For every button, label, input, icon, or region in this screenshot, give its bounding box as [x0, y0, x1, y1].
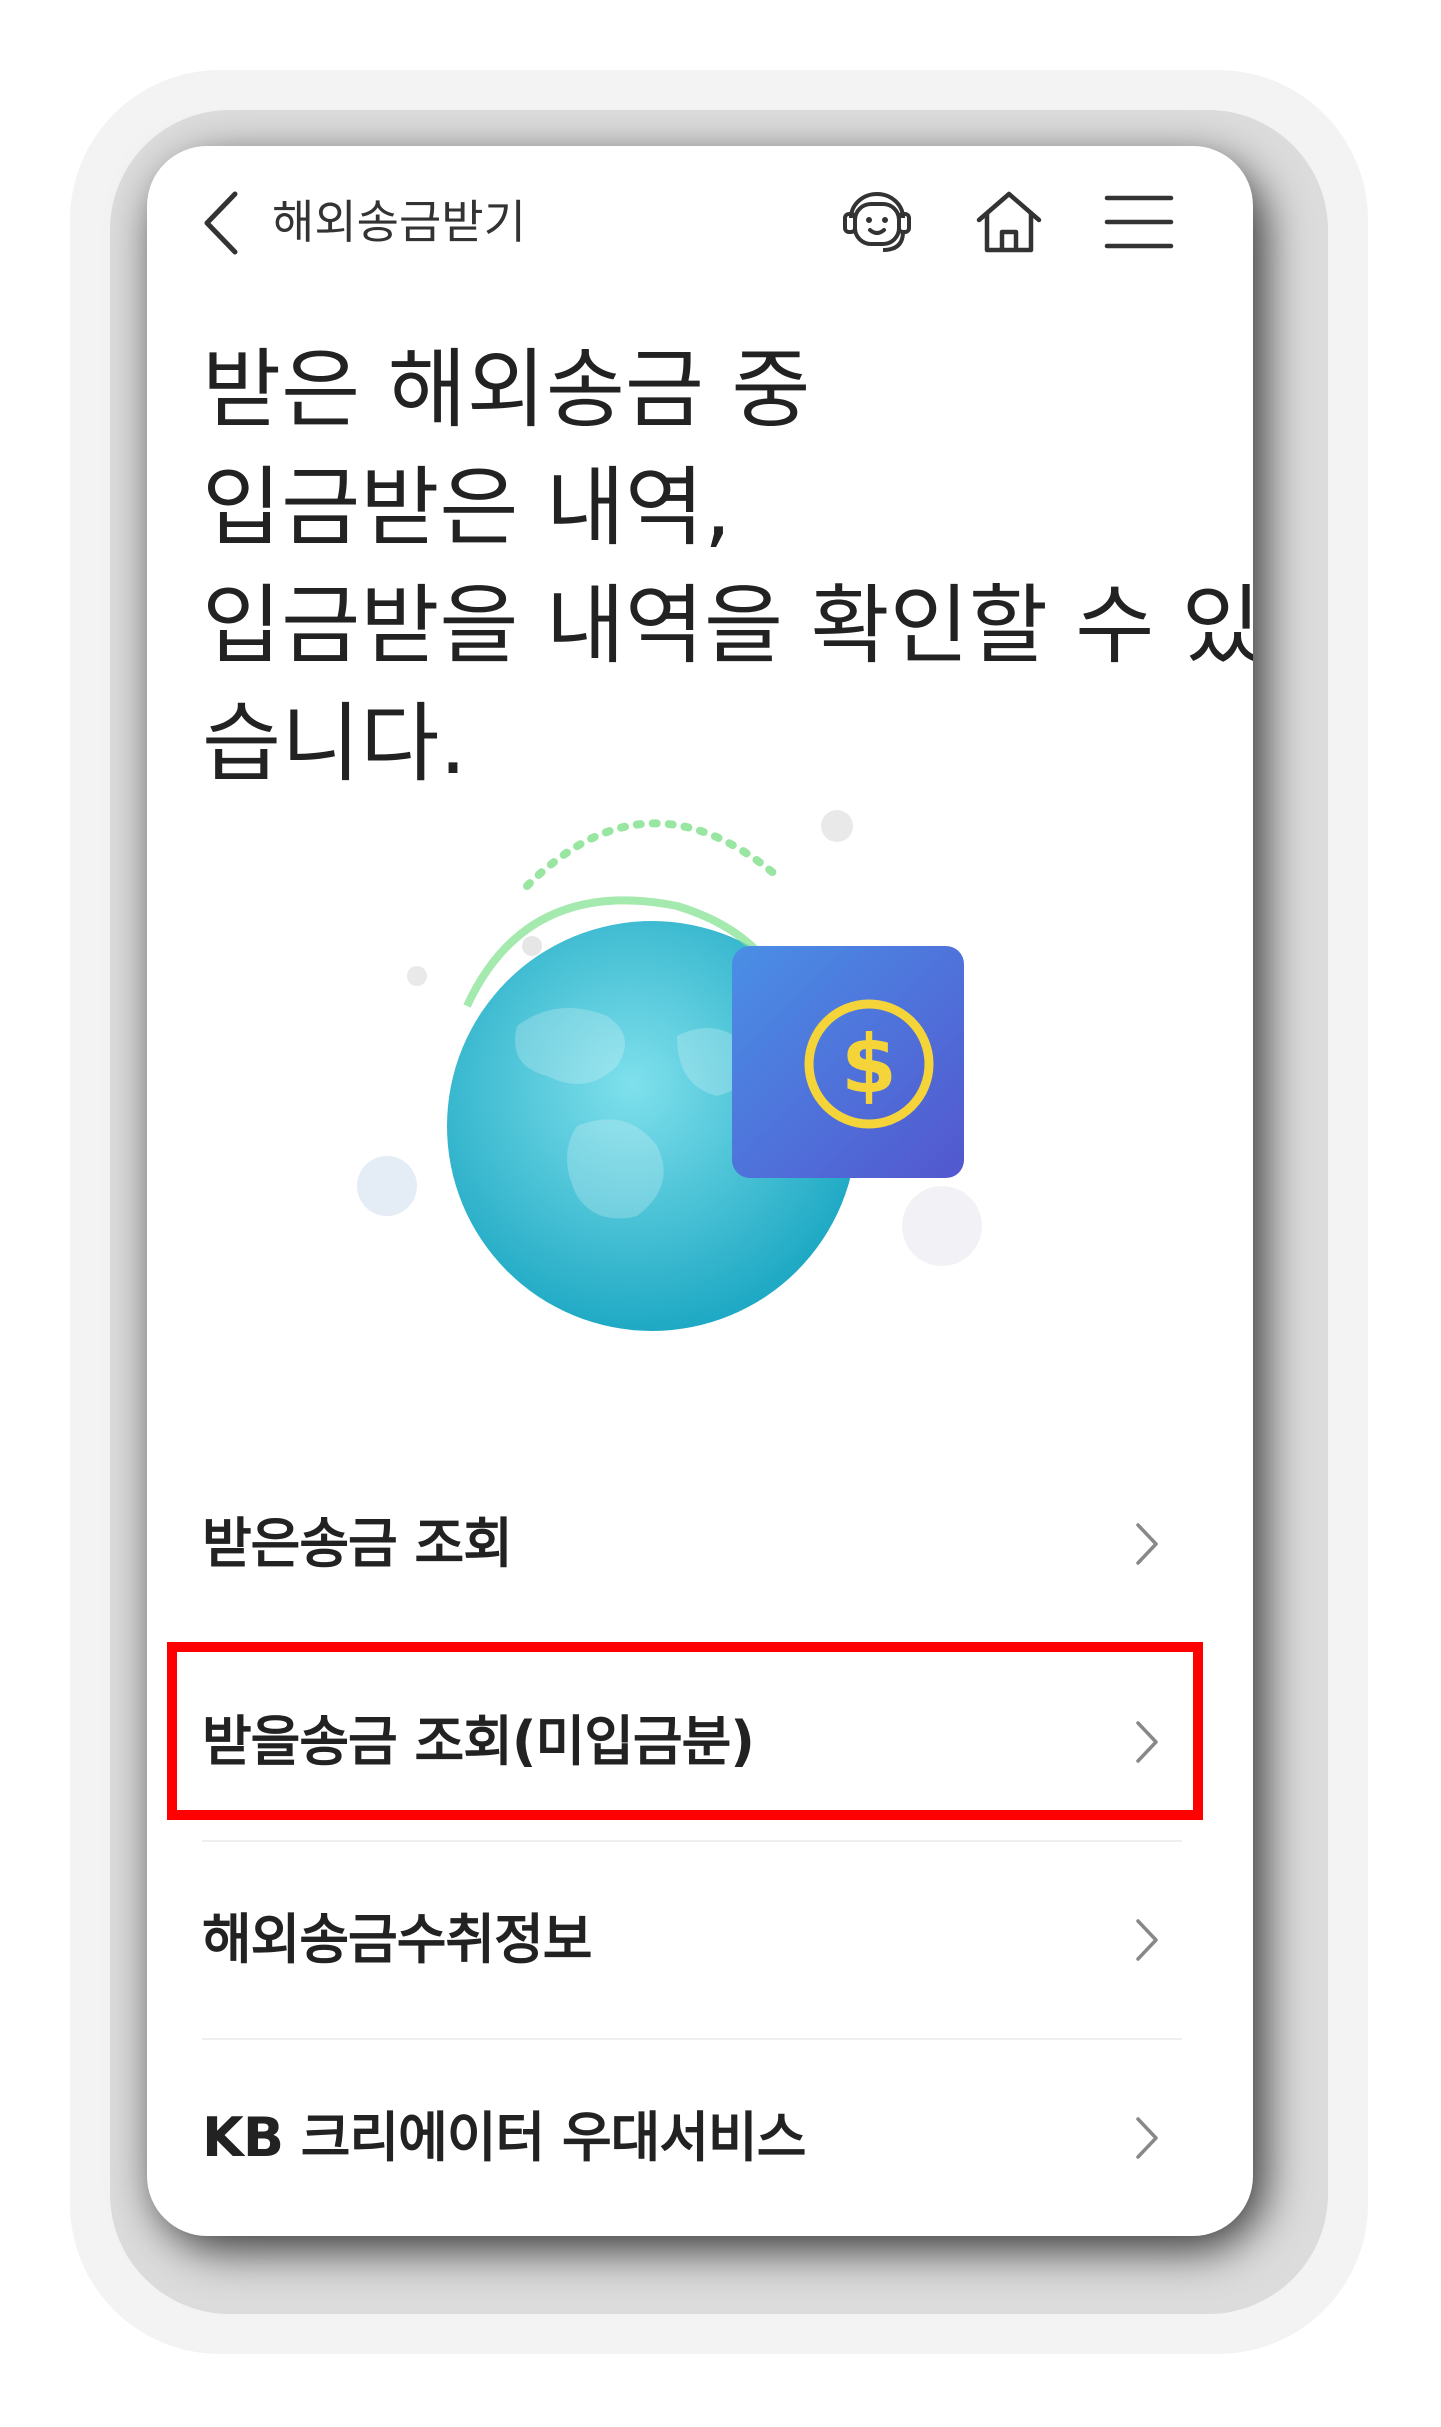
phone-screen: 해외송금받기 받은 해외송금 중 입금받은 내역, 입금받을 내역을 확인할 수… — [147, 146, 1253, 2236]
intro-line: 받은 해외송금 중 — [202, 340, 811, 440]
chatbot-icon[interactable] — [837, 182, 917, 262]
chevron-right-icon — [1136, 2117, 1158, 2159]
chevron-left-icon[interactable] — [197, 188, 247, 258]
menu-item-received-remittance[interactable]: 받은송금 조회 — [202, 1446, 1182, 1644]
menu-item-label: 받은송금 조회 — [202, 1512, 513, 1575]
home-icon[interactable] — [969, 182, 1049, 262]
intro-line: 습니다. — [202, 694, 467, 794]
app-header: 해외송금받기 — [147, 146, 1253, 286]
menu-list: 받은송금 조회 받을송금 조회(미입금분) 해외송금수취정보 KB 크리에이터 … — [202, 1446, 1182, 2236]
intro-line: 입금받을 내역을 확인할 수 있 — [202, 576, 1253, 676]
intro-line: 입금받은 내역, — [202, 458, 732, 558]
menu-item-pending-remittance[interactable]: 받을송금 조회(미입금분) — [202, 1644, 1182, 1842]
intro-heading: 받은 해외송금 중 입금받은 내역, 입금받을 내역을 확인할 수 있 습니다. — [202, 331, 1253, 803]
menu-item-creator-service[interactable]: KB 크리에이터 우대서비스 — [202, 2040, 1182, 2236]
menu-item-label: KB 크리에이터 우대서비스 — [202, 2106, 806, 2169]
chevron-right-icon — [1136, 1523, 1158, 1565]
menu-item-label: 받을송금 조회(미입금분) — [202, 1710, 755, 1773]
svg-text:$: $ — [841, 1018, 897, 1111]
menu-item-receipt-info[interactable]: 해외송금수취정보 — [202, 1842, 1182, 2040]
page-title: 해외송금받기 — [272, 195, 526, 249]
globe-dollar-icon: $ — [357, 810, 982, 1331]
hamburger-menu-icon[interactable] — [1099, 182, 1179, 262]
menu-item-label: 해외송금수취정보 — [202, 1908, 592, 1971]
chevron-right-icon — [1136, 1919, 1158, 1961]
chevron-right-icon — [1136, 1721, 1158, 1763]
